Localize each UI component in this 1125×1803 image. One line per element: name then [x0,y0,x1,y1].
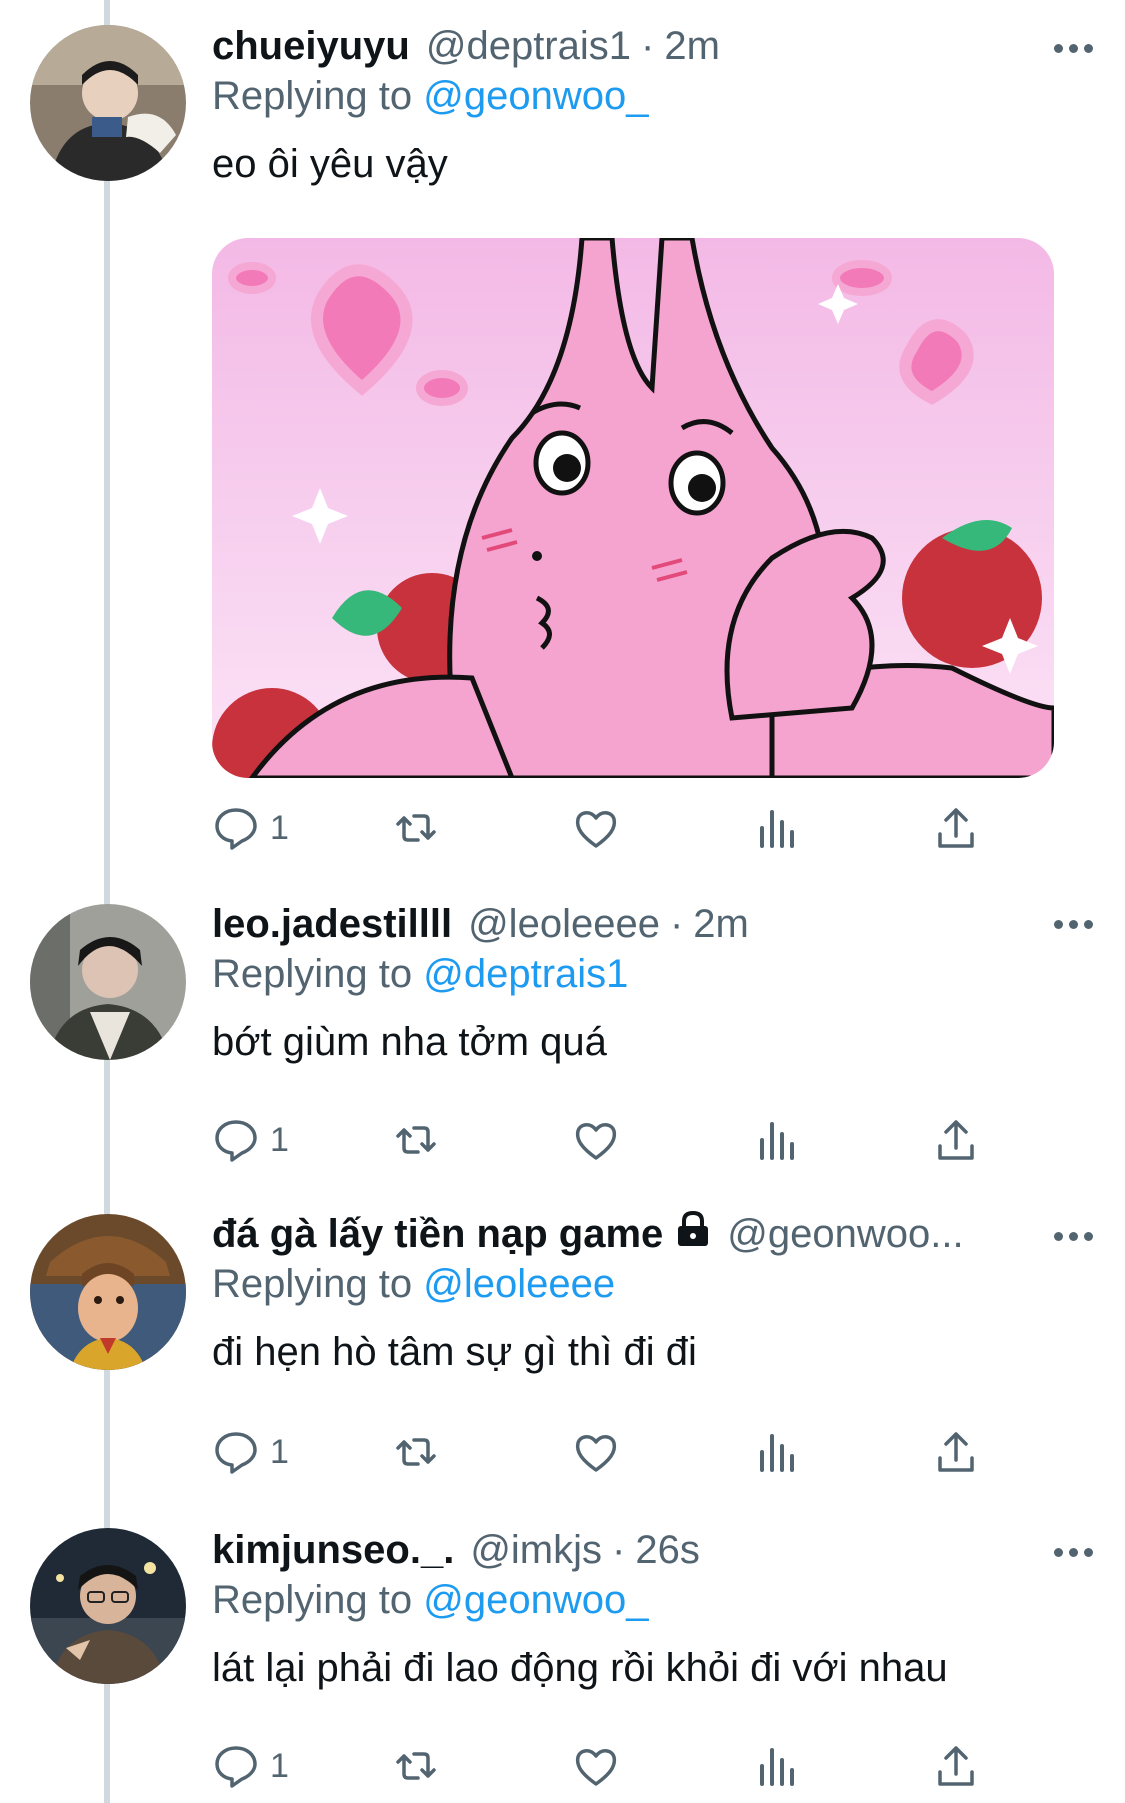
like-icon [575,811,617,848]
tweet-text: lát lại phải đi lao động rồi khỏi đi với… [212,1646,948,1690]
like-button[interactable] [572,796,620,860]
replying-to: Replying to @deptrais1 [212,952,1095,1004]
analytics-icon [760,1434,794,1472]
reply-count: 1 [270,1746,289,1785]
tweet-actions: 1 [212,796,992,860]
share-icon [938,1432,974,1472]
retweet-button[interactable] [392,1420,440,1484]
separator: · [641,23,655,68]
display-name[interactable]: chueiyuyu [212,24,410,69]
analytics-button[interactable] [752,1420,800,1484]
like-icon [575,1435,617,1472]
like-icon [575,1123,617,1160]
retweet-button[interactable] [392,1734,440,1798]
retweet-icon [396,1438,436,1466]
analytics-button[interactable] [752,796,800,860]
timestamp[interactable]: 26s [635,1528,700,1573]
like-button[interactable] [572,1734,620,1798]
retweet-button[interactable] [392,796,440,860]
replying-prefix: Replying to [212,952,413,996]
mention-link[interactable]: @leoleeee [423,1262,615,1306]
mention-link[interactable]: @geonwoo_ [423,74,648,118]
reply-icon [215,808,257,850]
avatar[interactable] [30,25,186,181]
tweet-media-image[interactable] [212,238,1054,778]
reply-button[interactable]: 1 [212,1108,289,1172]
handle[interactable]: @imkjs [470,1528,602,1573]
handle[interactable]: @deptrais1 [426,24,631,69]
tweet-text: đi hẹn hò tâm sự gì thì đi đi [212,1330,697,1374]
timestamp[interactable]: 2m [693,902,749,947]
replying-prefix: Replying to [212,1578,413,1622]
more-icon[interactable] [1054,1232,1093,1241]
analytics-button[interactable] [752,1108,800,1172]
replying-prefix: Replying to [212,1262,413,1306]
avatar[interactable] [30,1528,186,1684]
timestamp[interactable]: 2m [664,24,720,69]
analytics-icon [760,1122,794,1160]
avatar[interactable] [30,1214,186,1370]
tweet-actions: 1 [212,1420,992,1484]
lock-icon [675,1210,711,1258]
tweet-actions: 1 [212,1734,992,1798]
reply-icon [215,1746,257,1788]
analytics-button[interactable] [752,1734,800,1798]
replying-to: Replying to @leoleeee [212,1262,1095,1314]
like-icon [575,1749,617,1786]
reply-count: 1 [270,1120,289,1159]
handle[interactable]: @geonwoo... [727,1212,963,1257]
retweet-button[interactable] [392,1108,440,1172]
tweet-text: eo ôi yêu vậy [212,142,448,186]
mention-link[interactable]: @deptrais1 [423,952,628,996]
replying-to: Replying to @geonwoo_ [212,74,1095,126]
mention-link[interactable]: @geonwoo_ [423,1578,648,1622]
reply-button[interactable]: 1 [212,1420,289,1484]
replying-prefix: Replying to [212,74,413,118]
retweet-icon [396,1752,436,1780]
replying-to: Replying to @geonwoo_ [212,1578,1095,1630]
reply-count: 1 [270,1432,289,1471]
tweet-actions: 1 [212,1108,992,1172]
display-name[interactable]: kimjunseo._. [212,1528,454,1573]
separator: · [612,1527,626,1572]
retweet-icon [396,1126,436,1154]
share-button[interactable] [932,1108,980,1172]
handle[interactable]: @leoleeee [468,902,660,947]
reply-count: 1 [270,808,289,847]
analytics-icon [760,1748,794,1786]
tweet-text: bớt giùm nha tởm quá [212,1020,607,1064]
reply-icon [215,1120,257,1162]
like-button[interactable] [572,1108,620,1172]
more-icon[interactable] [1054,1548,1093,1557]
share-icon [938,1120,974,1160]
avatar[interactable] [30,904,186,1060]
retweet-icon [396,814,436,842]
share-icon [938,808,974,848]
analytics-icon [760,810,794,848]
display-name[interactable]: đá gà lấy tiền nạp game [212,1212,663,1257]
like-button[interactable] [572,1420,620,1484]
display-name[interactable]: leo.jadestillll [212,902,452,947]
reply-icon [215,1432,257,1474]
separator: · [669,901,684,946]
more-icon[interactable] [1054,920,1093,929]
reply-button[interactable]: 1 [212,796,289,860]
more-icon[interactable] [1054,44,1093,53]
share-button[interactable] [932,796,980,860]
reply-button[interactable]: 1 [212,1734,289,1798]
share-button[interactable] [932,1420,980,1484]
share-icon [938,1746,974,1786]
share-button[interactable] [932,1734,980,1798]
